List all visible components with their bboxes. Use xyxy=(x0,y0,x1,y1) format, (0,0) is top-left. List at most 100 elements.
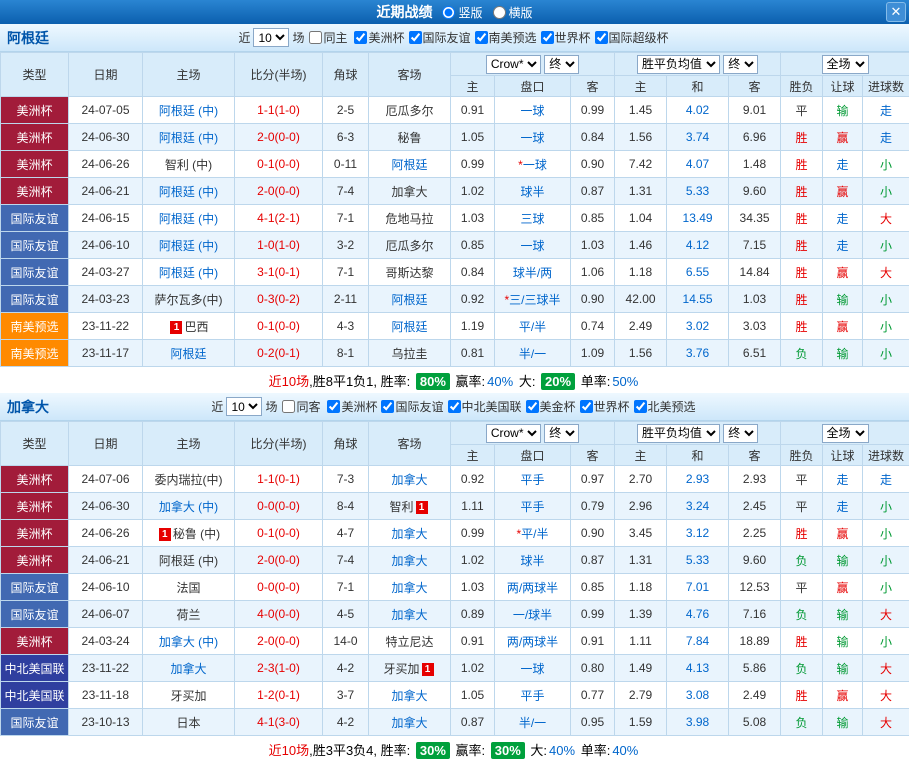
odds-group-header: Crow* 终 xyxy=(451,422,615,445)
team-name: 加拿大 xyxy=(391,608,427,622)
horizontal-radio-icon[interactable] xyxy=(493,6,506,19)
red-card-badge: 1 xyxy=(416,501,428,514)
goals-result-cell: 小 xyxy=(863,493,909,520)
away-odds-cell: 0.84 xyxy=(571,124,615,151)
corner-cell: 8-1 xyxy=(323,340,369,367)
fullmatch-select[interactable]: 全场 xyxy=(822,55,869,74)
draw-mean-cell: 2.93 xyxy=(667,466,729,493)
home-odds-cell: 0.89 xyxy=(451,601,495,628)
recent-count-select[interactable]: 10 xyxy=(226,397,262,416)
league-filter-group: 美洲杯国际友谊南美预选世界杯国际超级杯 xyxy=(352,29,670,46)
win-mean-cell: 1.18 xyxy=(615,574,667,601)
league-filter-checkbox[interactable]: 国际友谊 xyxy=(381,398,443,415)
league-filter-checkbox[interactable]: 美洲杯 xyxy=(354,29,404,46)
away-team-cell: 哥斯达黎 xyxy=(369,259,451,286)
wdl-final-select[interactable]: 终 xyxy=(723,424,758,443)
handicap-result-cell: 赢 xyxy=(823,682,863,709)
away-odds-cell: 0.87 xyxy=(571,178,615,205)
league-filter-checkbox[interactable]: 美金杯 xyxy=(526,398,576,415)
recent-count-select[interactable]: 10 xyxy=(253,28,289,47)
odds-final-select[interactable]: 终 xyxy=(544,55,579,74)
date-cell: 24-06-10 xyxy=(69,232,143,259)
score-cell: 0-1(0-0) xyxy=(235,520,323,547)
match-row: 美洲杯24-06-261秘鲁 (中)0-1(0-0)4-7加拿大0.99*平/半… xyxy=(1,520,909,547)
corner-cell: 3-2 xyxy=(323,232,369,259)
wdl-mean-select[interactable]: 胜平负均值 xyxy=(637,55,720,74)
handicap-result-cell: 赢 xyxy=(823,178,863,205)
away-team-cell: 厄瓜多尔 xyxy=(369,97,451,124)
league-filter-checkbox[interactable]: 北美预选 xyxy=(634,398,696,415)
handicap-cell: 一/球半 xyxy=(495,601,571,628)
fullmatch-select[interactable]: 全场 xyxy=(822,424,869,443)
handicap-cell: *平/半 xyxy=(495,520,571,547)
lose-mean-cell: 7.16 xyxy=(729,601,781,628)
lose-mean-cell: 12.53 xyxy=(729,574,781,601)
corner-cell: 2-11 xyxy=(323,286,369,313)
draw-mean-cell: 4.02 xyxy=(667,97,729,124)
league-cell: 国际友谊 xyxy=(1,232,69,259)
home-odds-cell: 1.11 xyxy=(451,493,495,520)
team-name: 加拿大 (中) xyxy=(159,635,218,649)
away-odds-cell: 0.95 xyxy=(571,709,615,736)
team-name: 委内瑞拉(中) xyxy=(155,473,223,487)
league-filter-checkbox[interactable]: 中北美国联 xyxy=(448,398,522,415)
away-odds-cell: 0.90 xyxy=(571,520,615,547)
match-row: 南美预选23-11-17阿根廷0-2(0-1)8-1乌拉圭0.81半/一1.09… xyxy=(1,340,909,367)
home-team-cell: 阿根廷 (中) xyxy=(143,259,235,286)
team-name: 阿根廷 xyxy=(170,347,206,361)
league-filter-checkbox[interactable]: 世界杯 xyxy=(580,398,630,415)
lose-mean-cell: 5.86 xyxy=(729,655,781,682)
league-filter-checkbox[interactable]: 美洲杯 xyxy=(327,398,377,415)
titlebar: 近期战绩 竖版 横版 ✕ xyxy=(0,0,909,24)
date-cell: 24-06-30 xyxy=(69,124,143,151)
handicap-cell: 平手 xyxy=(495,682,571,709)
lose-mean-cell: 5.08 xyxy=(729,709,781,736)
odds-source-select[interactable]: Crow* xyxy=(486,424,541,443)
handicap-result-cell: 赢 xyxy=(823,124,863,151)
summary-label: 单率: xyxy=(581,743,611,758)
league-filter-checkbox[interactable]: 国际超级杯 xyxy=(595,29,669,46)
match-row: 美洲杯24-03-24加拿大 (中)2-0(0-0)14-0特立尼达0.91两/… xyxy=(1,628,909,655)
wdl-mean-select[interactable]: 胜平负均值 xyxy=(637,424,720,443)
goals-result-cell: 走 xyxy=(863,124,909,151)
league-filter-checkbox[interactable]: 南美预选 xyxy=(475,29,537,46)
close-button[interactable]: ✕ xyxy=(886,2,906,22)
same-venue-checkbox[interactable]: 同客 xyxy=(282,398,320,415)
layout-radio-vertical[interactable]: 竖版 xyxy=(442,4,482,21)
odds-final-select[interactable]: 终 xyxy=(544,424,579,443)
home-odds-cell: 0.91 xyxy=(451,97,495,124)
team-name: 加拿大 xyxy=(391,689,427,703)
date-cell: 24-06-21 xyxy=(69,547,143,574)
score-cell: 2-0(0-0) xyxy=(235,178,323,205)
lose-mean-cell: 9.60 xyxy=(729,178,781,205)
away-team-cell: 加拿大 xyxy=(369,601,451,628)
team-name-heading: 阿根廷 xyxy=(7,24,49,52)
corner-cell: 7-1 xyxy=(323,259,369,286)
lose-mean-cell: 9.01 xyxy=(729,97,781,124)
odds-source-select[interactable]: Crow* xyxy=(486,55,541,74)
score-cell: 4-1(3-0) xyxy=(235,709,323,736)
same-venue-checkbox[interactable]: 同主 xyxy=(309,29,347,46)
away-team-cell: 秘鲁 xyxy=(369,124,451,151)
goals-result-cell: 小 xyxy=(863,232,909,259)
league-cell: 美洲杯 xyxy=(1,178,69,205)
goals-result-cell: 小 xyxy=(863,574,909,601)
away-odds-cell: 0.77 xyxy=(571,682,615,709)
handicap-cell: 半/一 xyxy=(495,709,571,736)
lose-mean-cell: 1.48 xyxy=(729,151,781,178)
handicap-result-cell: 输 xyxy=(823,628,863,655)
win-mean-cell: 1.18 xyxy=(615,259,667,286)
league-filter-checkbox[interactable]: 国际友谊 xyxy=(409,29,471,46)
wdl-final-select[interactable]: 终 xyxy=(723,55,758,74)
col-lose-mean: 客 xyxy=(729,445,781,466)
handicap-cell: 平手 xyxy=(495,466,571,493)
draw-mean-cell: 13.49 xyxy=(667,205,729,232)
vertical-radio-icon[interactable] xyxy=(442,6,455,19)
league-cell: 美洲杯 xyxy=(1,493,69,520)
handicap-result-cell: 赢 xyxy=(823,574,863,601)
layout-radio-horizontal[interactable]: 横版 xyxy=(493,4,533,21)
col-type: 类型 xyxy=(1,422,69,466)
league-filter-checkbox[interactable]: 世界杯 xyxy=(541,29,591,46)
corner-cell: 2-5 xyxy=(323,97,369,124)
matches-table: 类型 日期 主场 比分(半场) 角球 客场 Crow* 终 胜平负均值 终 全场 xyxy=(0,421,909,736)
